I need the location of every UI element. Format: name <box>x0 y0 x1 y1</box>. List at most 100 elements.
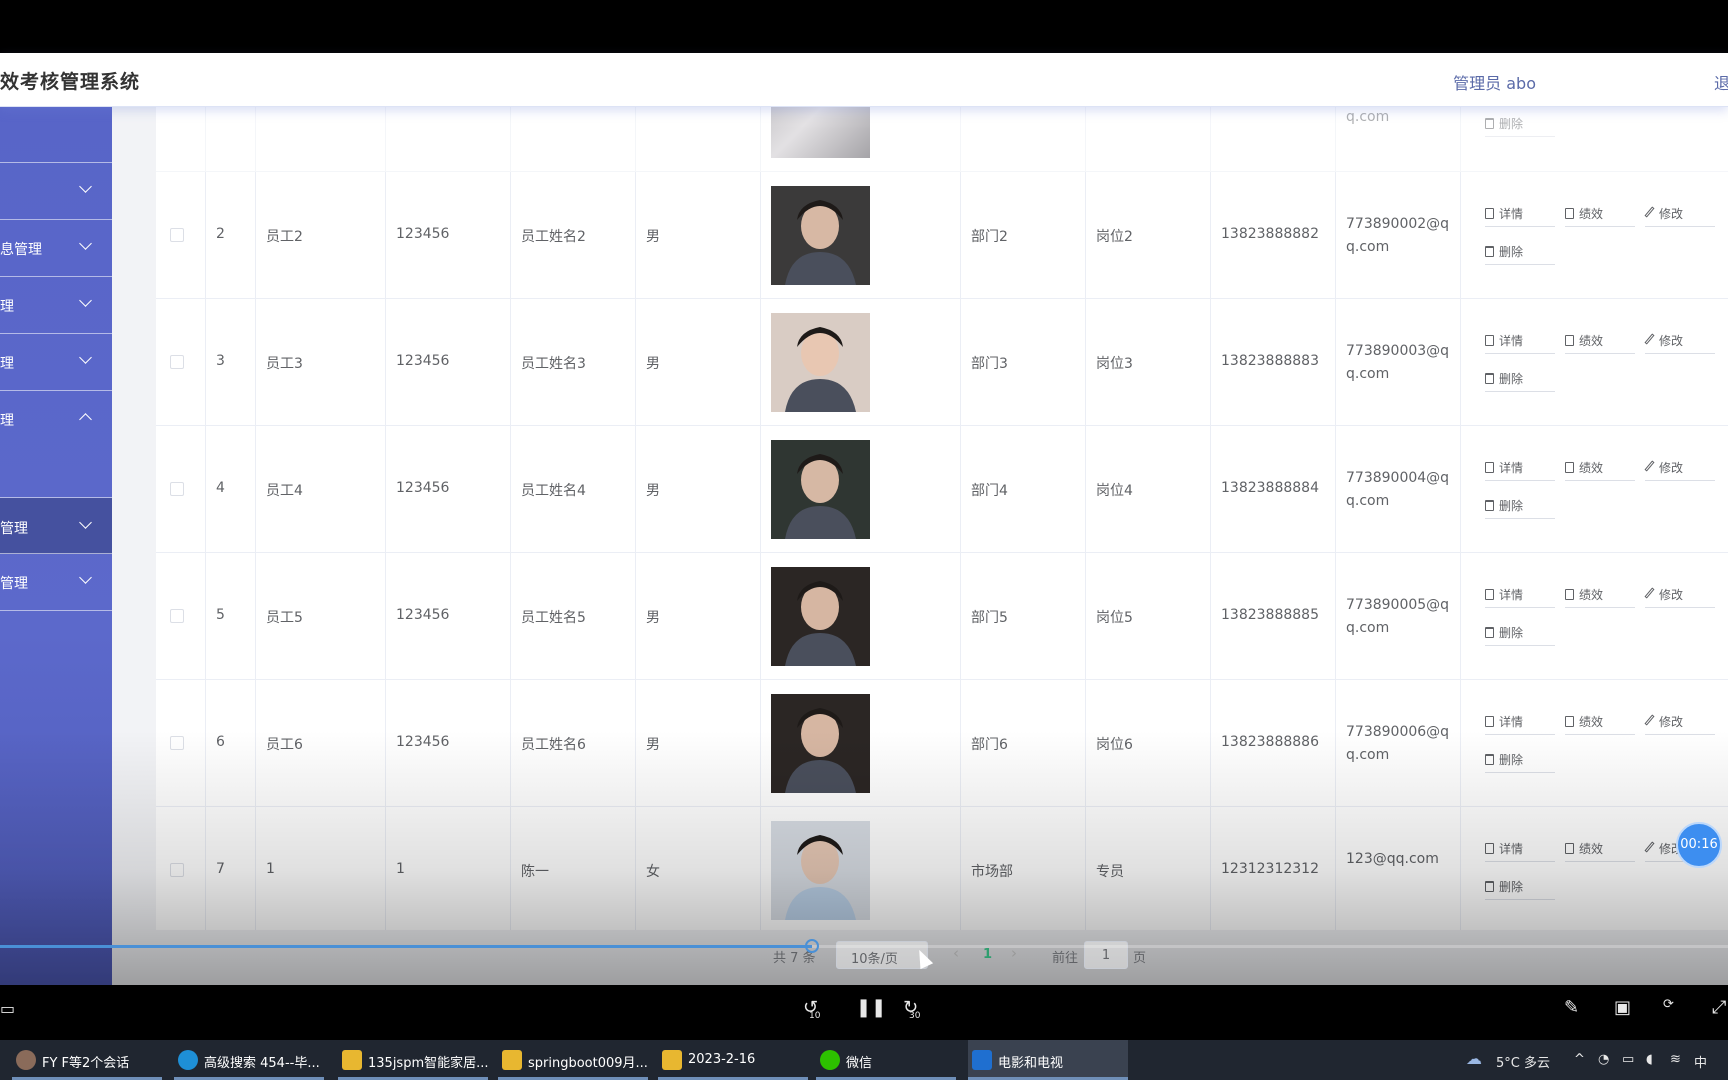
fullscreen-icon[interactable]: ⤢ <box>1712 997 1726 1018</box>
sidebar-item-label: 核管理 <box>0 576 28 592</box>
main-content: q.com 删除 2 员工2 123456 员工姓名2 男 部门2 岗位2 13… <box>112 107 1728 985</box>
performance-button[interactable]: 绩效 <box>1565 713 1635 735</box>
detail-button[interactable]: 详情 <box>1485 840 1555 862</box>
employee-password: 123456 <box>396 226 450 242</box>
edit-button[interactable]: 修改 <box>1644 713 1715 735</box>
person-silhouette-icon <box>771 567 870 666</box>
chevron-down-icon <box>79 294 92 307</box>
trash-icon <box>1485 118 1494 129</box>
delete-button[interactable]: 删除 <box>1485 115 1555 137</box>
performance-button[interactable]: 绩效 <box>1565 840 1635 862</box>
delete-button[interactable]: 删除 <box>1485 878 1555 900</box>
video-controls: ▭ ↺ 10 ❚❚ ↻ 30 ✎ ▣ ⟳ ⤢ <box>0 985 1728 1040</box>
row-checkbox[interactable] <box>170 609 184 623</box>
row-checkbox[interactable] <box>170 228 184 242</box>
employee-phone: 13823888884 <box>1221 480 1319 496</box>
employee-photo <box>771 313 870 412</box>
performance-button[interactable]: 绩效 <box>1565 205 1635 227</box>
miniplayer-icon[interactable]: ▣ <box>1614 997 1631 1018</box>
video-letterbox-top <box>0 0 1728 53</box>
wifi-icon[interactable]: ≋ <box>1670 1052 1681 1067</box>
page-number-current[interactable]: 1 <box>983 947 992 962</box>
person-silhouette-icon <box>771 694 870 793</box>
battery-icon[interactable]: ▭ <box>1622 1052 1634 1067</box>
subtitles-icon[interactable]: ▭ <box>0 999 15 1018</box>
video-progress-bar[interactable] <box>0 939 1728 953</box>
employee-email: 773890006@q q.com <box>1346 724 1450 763</box>
forward-button[interactable]: ↻ 30 <box>903 997 920 1021</box>
pause-button[interactable]: ❚❚ <box>856 997 886 1018</box>
taskbar-item[interactable]: 2023-2-16 <box>658 1040 808 1080</box>
detail-button[interactable]: 详情 <box>1485 332 1555 354</box>
ime-indicator[interactable]: 中 <box>1694 1052 1707 1071</box>
sidebar-item-home[interactable] <box>0 107 112 163</box>
performance-button[interactable]: 绩效 <box>1565 332 1635 354</box>
delete-button[interactable]: 删除 <box>1485 497 1555 519</box>
taskbar-item[interactable]: FY F等2个会话 <box>12 1040 162 1080</box>
row-checkbox[interactable] <box>170 736 184 750</box>
taskbar-item[interactable]: 电影和电视 <box>968 1040 1128 1080</box>
taskbar-item[interactable]: 微信 <box>816 1040 956 1080</box>
employee-post: 专员 <box>1096 864 1124 880</box>
employee-department: 部门5 <box>971 610 1008 626</box>
delete-button[interactable]: 删除 <box>1485 370 1555 392</box>
network-icon[interactable]: ◔ <box>1598 1052 1609 1067</box>
employee-post: 岗位2 <box>1096 229 1133 245</box>
timer-badge[interactable]: 00:16 <box>1676 822 1722 868</box>
sidebar-item-label: 理 <box>0 299 14 315</box>
detail-button[interactable]: 详情 <box>1485 713 1555 735</box>
pen-icon[interactable]: ✎ <box>1564 997 1579 1018</box>
employee-post: 岗位3 <box>1096 356 1133 372</box>
weather-text[interactable]: 5°C 多云 <box>1496 1052 1550 1071</box>
sidebar-item-management-expanded[interactable]: 理 <box>0 391 112 498</box>
detail-button[interactable]: 详情 <box>1485 459 1555 481</box>
employee-phone: 13823888885 <box>1221 607 1319 623</box>
email-text: q.com <box>1346 109 1390 125</box>
taskbar-item[interactable]: springboot009月... <box>498 1040 648 1080</box>
admin-username[interactable]: 管理员 abo <box>1453 70 1536 94</box>
employee-name: 员工姓名3 <box>521 356 586 372</box>
employee-password: 1 <box>396 861 405 877</box>
performance-button[interactable]: 绩效 <box>1565 459 1635 481</box>
delete-button[interactable]: 删除 <box>1485 751 1555 773</box>
edit-button[interactable]: 修改 <box>1644 205 1715 227</box>
trash-icon <box>1485 373 1494 384</box>
employee-password: 123456 <box>396 607 450 623</box>
employee-photo <box>771 821 870 920</box>
edit-button[interactable]: 修改 <box>1644 332 1715 354</box>
vr360-icon[interactable]: ⟳ <box>1663 997 1674 1012</box>
taskbar-item-label: 高级搜索 454--毕... <box>204 1056 320 1071</box>
employee-account: 1 <box>266 861 275 877</box>
employee-department: 部门2 <box>971 229 1008 245</box>
employee-phone: 13823888882 <box>1221 226 1319 242</box>
goto-label: 前往 <box>1052 951 1079 966</box>
edit-button[interactable]: 修改 <box>1644 586 1715 608</box>
employee-department: 部门4 <box>971 483 1008 499</box>
performance-button[interactable]: 绩效 <box>1565 586 1635 608</box>
logout-link[interactable]: 退 <box>1714 70 1728 94</box>
edit-button[interactable]: 修改 <box>1644 459 1715 481</box>
detail-button[interactable]: 详情 <box>1485 586 1555 608</box>
taskbar-item[interactable]: 高级搜索 454--毕... <box>174 1040 324 1080</box>
sidebar-item-assessment-management[interactable]: 核管理 <box>0 554 112 611</box>
sidebar-item-info-management[interactable]: 息管理 <box>0 220 112 277</box>
delete-button[interactable]: 删除 <box>1485 624 1555 646</box>
chevron-up-icon[interactable]: ^ <box>1574 1052 1585 1067</box>
employee-name: 员工姓名6 <box>521 737 586 753</box>
rewind-button[interactable]: ↺ 10 <box>803 997 820 1021</box>
volume-icon[interactable]: ◖ <box>1646 1052 1653 1067</box>
sidebar-item-center[interactable]: 心 <box>0 163 112 220</box>
sidebar-item-indicator-management[interactable]: 标管理 <box>0 498 112 554</box>
sidebar-item-management-a[interactable]: 理 <box>0 277 112 334</box>
row-checkbox[interactable] <box>170 863 184 877</box>
employee-phone: 13823888886 <box>1221 734 1319 750</box>
document-icon <box>1565 843 1574 854</box>
delete-button[interactable]: 删除 <box>1485 243 1555 265</box>
row-checkbox[interactable] <box>170 482 184 496</box>
detail-button[interactable]: 详情 <box>1485 205 1555 227</box>
employee-password: 123456 <box>396 734 450 750</box>
row-checkbox[interactable] <box>170 355 184 369</box>
sidebar-item-management-b[interactable]: 理 <box>0 334 112 391</box>
employee-name: 员工姓名2 <box>521 229 586 245</box>
taskbar-item[interactable]: 135jspm智能家居... <box>338 1040 489 1080</box>
